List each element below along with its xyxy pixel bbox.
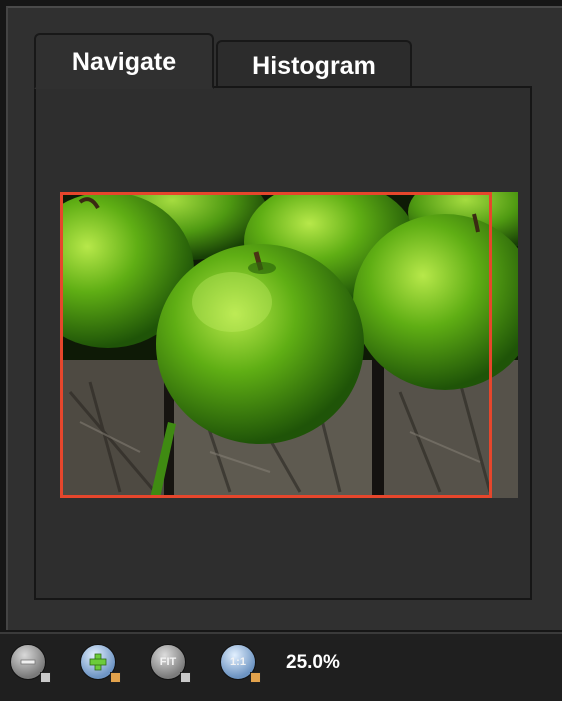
corner-indicator-icon [40, 672, 51, 683]
actual-size-label: 1:1 [230, 656, 246, 668]
navigator-content [34, 86, 532, 600]
tab-histogram[interactable]: Histogram [216, 40, 412, 88]
corner-indicator-icon [110, 672, 121, 683]
corner-indicator-icon [250, 672, 261, 683]
actual-size-button[interactable]: 1:1 [220, 644, 261, 683]
zoom-level-label: 25.0% [286, 652, 340, 673]
zoom-in-icon [89, 653, 107, 671]
fit-button[interactable]: FIT [150, 644, 191, 683]
tab-navigate[interactable]: Navigate [34, 33, 214, 89]
fit-label: FIT [159, 656, 177, 668]
zoom-in-button[interactable] [80, 644, 121, 683]
zoom-out-button[interactable] [10, 644, 51, 683]
zoom-out-icon [20, 659, 36, 665]
navigator-viewport-rectangle[interactable] [60, 192, 492, 498]
zoom-toolbar: FIT 1:1 25.0% [0, 632, 562, 701]
corner-indicator-icon [180, 672, 191, 683]
